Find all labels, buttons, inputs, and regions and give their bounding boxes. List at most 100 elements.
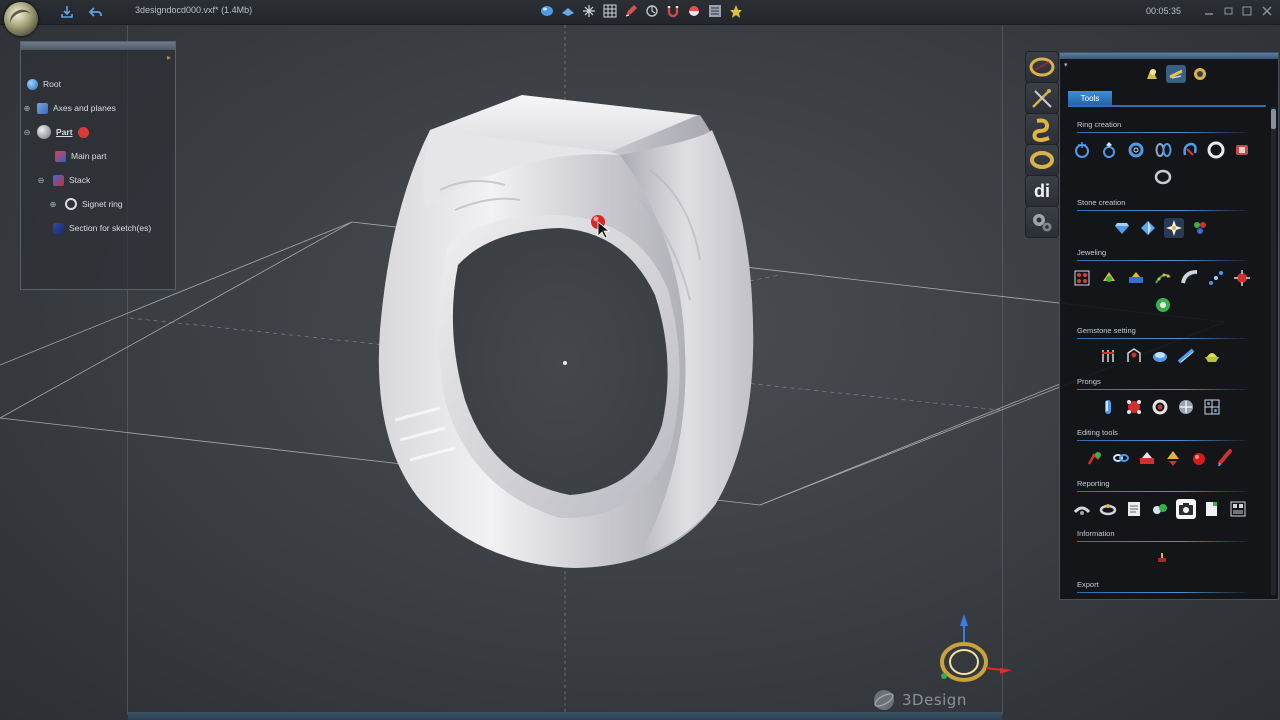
expand-icon[interactable]: ⊕ [49, 200, 57, 209]
stones-mode-icon[interactable] [1142, 65, 1162, 83]
report-document-icon[interactable] [1202, 499, 1222, 519]
globe-icon [27, 78, 38, 90]
ring-twisted-icon[interactable] [1180, 140, 1200, 160]
di-module-button[interactable]: di [1025, 175, 1059, 207]
ring-basic-icon[interactable] [1072, 140, 1092, 160]
section-divider [1077, 440, 1247, 441]
report-ring-icon[interactable] [1098, 499, 1118, 519]
tree-item-label: Section for sketch(es) [69, 223, 152, 233]
stone-burst-icon[interactable] [1164, 218, 1184, 238]
color-picker-icon[interactable] [685, 2, 703, 20]
prong-grid-icon[interactable] [1202, 397, 1222, 417]
edit-link-icon[interactable] [1111, 448, 1131, 468]
tab-tools[interactable]: Tools [1068, 91, 1112, 105]
edit-engrave-icon[interactable] [1085, 448, 1105, 468]
magnet-icon[interactable] [664, 2, 682, 20]
jewel-shank-icon[interactable] [1180, 268, 1200, 288]
jewel-star-icon[interactable] [1232, 268, 1252, 288]
document-title: 3designdocd000.vxf* (1.4Mb) [135, 5, 253, 15]
report-sheet-icon[interactable] [1124, 499, 1144, 519]
collapse-icon[interactable]: ⊖ [37, 176, 45, 185]
report-camera-icon[interactable] [1176, 499, 1196, 519]
jewel-halo-icon[interactable] [1153, 295, 1173, 315]
tree-item-axes-and-planes[interactable]: Axes and planes [37, 100, 116, 116]
display-settings-icon[interactable] [706, 2, 724, 20]
title-bar: 3designdocd000.vxf* (1.4Mb) 00:05:35 [0, 0, 1280, 25]
tools-panel-header[interactable] [1060, 53, 1278, 59]
ring-signet-icon[interactable] [1232, 140, 1252, 160]
tools-scrollbar[interactable] [1271, 107, 1276, 595]
save-icon[interactable] [58, 3, 76, 21]
info-label-icon[interactable] [1152, 549, 1172, 569]
sketch-module-icon[interactable] [1025, 82, 1059, 114]
edit-emboss-icon[interactable] [1137, 448, 1157, 468]
wireframe-view-icon[interactable] [559, 2, 577, 20]
diamond-round-icon[interactable] [1112, 218, 1132, 238]
close-icon[interactable] [1260, 4, 1274, 18]
edit-gallery-icon[interactable] [1163, 448, 1183, 468]
prong-ring-icon[interactable] [1150, 397, 1170, 417]
report-layout-icon[interactable] [1228, 499, 1248, 519]
dropdown-arrow-icon[interactable]: ▾ [1064, 61, 1068, 69]
setting-bezel-icon[interactable] [1150, 346, 1170, 366]
setting-prong-icon[interactable] [1098, 346, 1118, 366]
orientation-gizmo[interactable] [930, 606, 1020, 686]
ring-solid-icon[interactable] [1206, 140, 1226, 160]
pen-tool-icon[interactable] [622, 2, 640, 20]
collapse-icon[interactable]: ⊖ [23, 128, 31, 137]
pave-grid-icon[interactable] [1072, 268, 1092, 288]
ring-solitaire-icon[interactable] [1099, 140, 1119, 160]
tree-panel-header[interactable] [21, 42, 175, 50]
tree-item-part[interactable]: Part [37, 124, 94, 140]
edit-bead-icon[interactable] [1189, 448, 1209, 468]
section-reporting-label: Reporting [1077, 479, 1110, 488]
grid-view-icon[interactable] [601, 2, 619, 20]
jewel-bezel-icon[interactable] [1126, 268, 1146, 288]
section-editing-tools-label: Editing tools [1077, 428, 1118, 437]
setting-basket-icon[interactable] [1202, 346, 1222, 366]
rotate-view-icon[interactable] [580, 2, 598, 20]
setting-channel-icon[interactable] [1176, 346, 1196, 366]
pin-icon[interactable]: ▸ [167, 53, 171, 62]
report-weight-icon[interactable] [1072, 499, 1092, 519]
tree-item-main-part[interactable]: Main part [55, 148, 106, 164]
scrollbar-thumb[interactable] [1271, 109, 1276, 129]
jewel-setting-icon[interactable] [1099, 268, 1119, 288]
ring-double-icon[interactable] [1153, 140, 1173, 160]
stone-cluster-icon[interactable] [1190, 218, 1210, 238]
jewel-path-icon[interactable] [1153, 268, 1173, 288]
tools-panel: ▾ Tools Ring creation Stone creation Jew… [1059, 52, 1279, 600]
restore-icon[interactable] [1222, 4, 1236, 18]
band-ring-icon[interactable] [1025, 144, 1059, 176]
snake-ring-icon[interactable] [1025, 113, 1059, 145]
tree-item-stack[interactable]: Stack [53, 172, 90, 188]
edit-brush-icon[interactable] [1215, 448, 1235, 468]
section-divider [1077, 541, 1247, 542]
tree-item-signet-ring[interactable]: Signet ring [65, 196, 123, 212]
gear-ring-mode-icon[interactable] [1190, 65, 1210, 83]
ring-band-icon[interactable] [1126, 140, 1146, 160]
prong-claw-icon[interactable] [1124, 397, 1144, 417]
setting-cathedral-icon[interactable] [1124, 346, 1144, 366]
maximize-icon[interactable] [1240, 4, 1254, 18]
ring-flat-icon[interactable] [1153, 167, 1173, 187]
section-divider [1077, 132, 1247, 133]
expand-icon[interactable]: ⊕ [23, 104, 31, 113]
jewel-scatter-icon[interactable] [1206, 268, 1226, 288]
gears-icon[interactable] [1025, 206, 1059, 238]
tree-item-section-for-sketches[interactable]: Section for sketch(es) [53, 220, 151, 236]
tools-mode-icon[interactable] [1166, 65, 1186, 83]
undo-icon[interactable] [87, 3, 105, 21]
render-icon[interactable] [727, 2, 745, 20]
tree-item-root[interactable]: Root [27, 76, 61, 92]
prong-cluster-icon[interactable] [1176, 397, 1196, 417]
brand-watermark: 3Design [870, 688, 967, 712]
minimize-icon[interactable] [1202, 4, 1216, 18]
diamond-fancy-icon[interactable] [1138, 218, 1158, 238]
shaded-view-icon[interactable] [538, 2, 556, 20]
view-toolbar [538, 2, 745, 20]
ring-module-icon[interactable] [1025, 51, 1059, 83]
measure-icon[interactable] [643, 2, 661, 20]
report-stones-icon[interactable] [1150, 499, 1170, 519]
prong-single-icon[interactable] [1098, 397, 1118, 417]
